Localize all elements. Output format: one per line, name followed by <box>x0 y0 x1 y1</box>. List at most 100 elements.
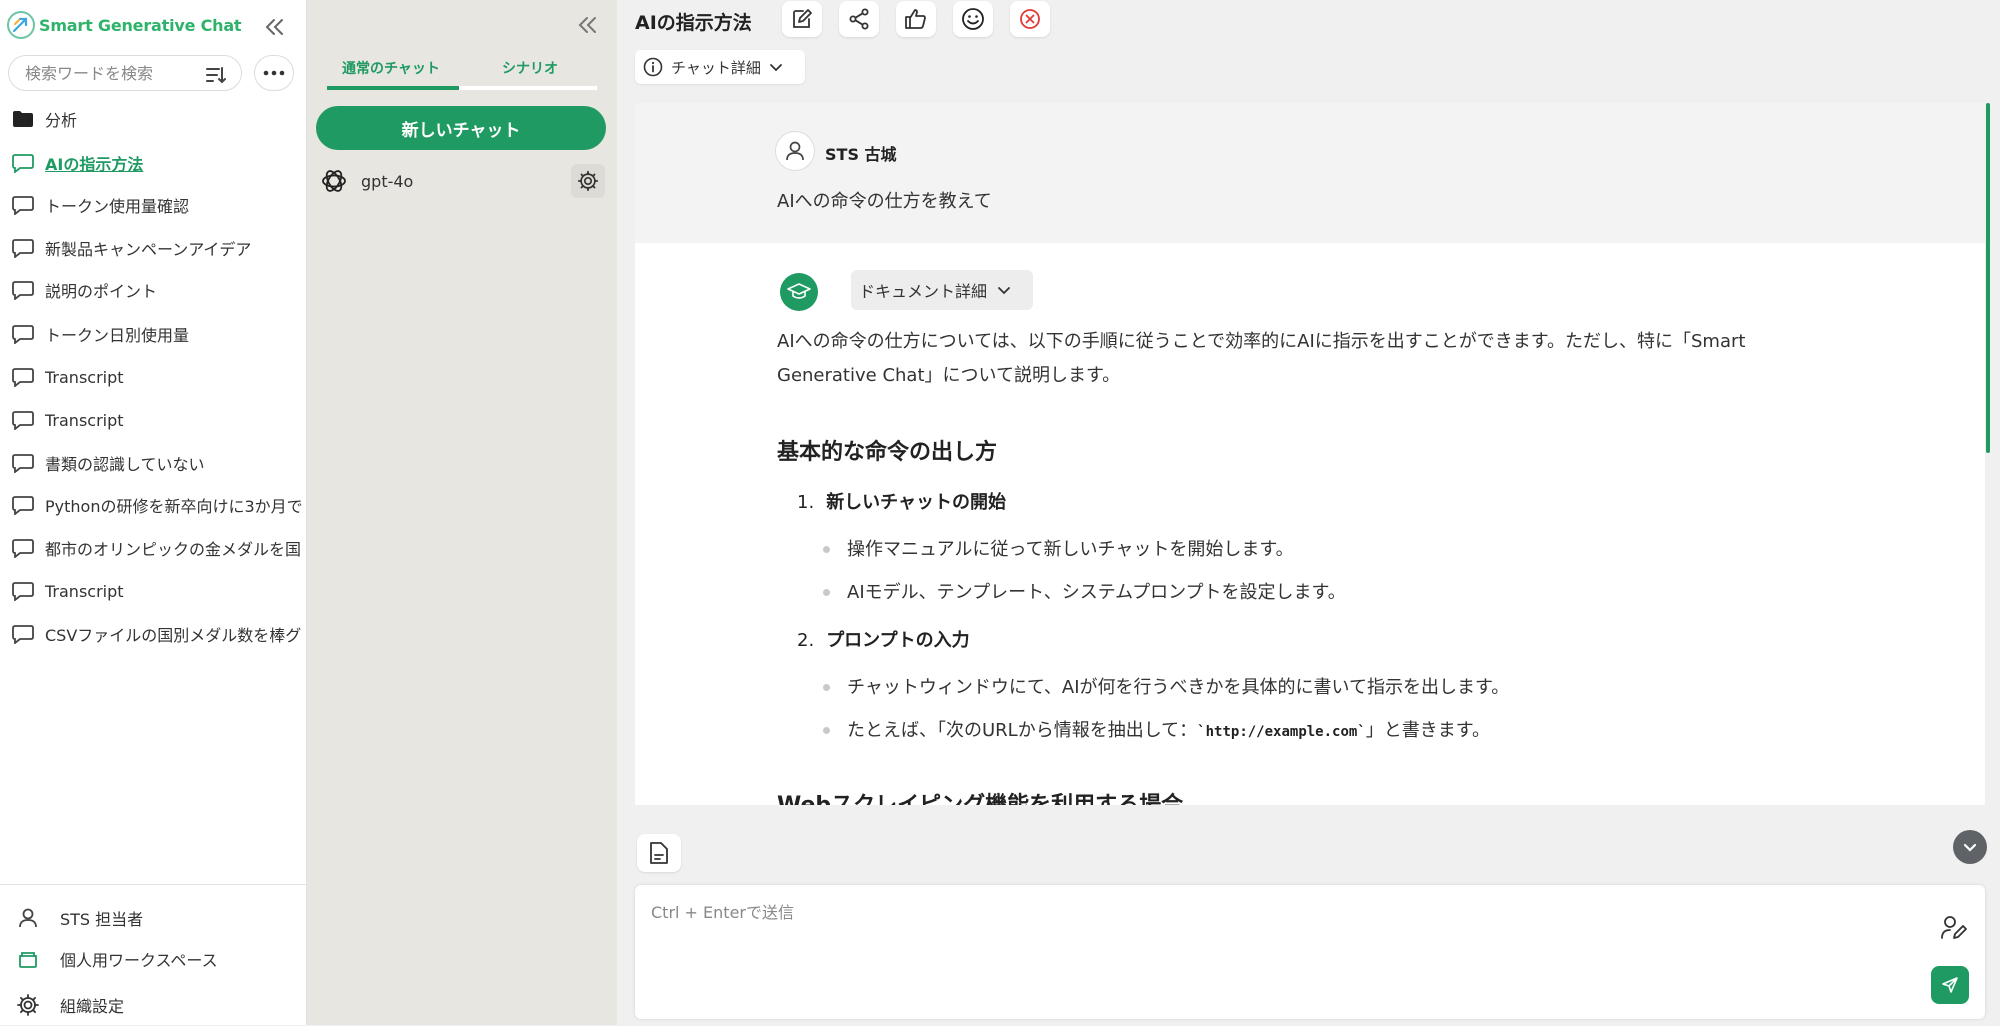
workspace-label: 個人用ワークスペース <box>60 951 218 970</box>
close-circle-icon <box>1020 9 1040 29</box>
org-settings-label: 組織設定 <box>60 997 125 1016</box>
user-name-label: STS 担当者 <box>60 910 144 929</box>
sidebar-item[interactable]: CSVファイルの国別メダル数を棒グ <box>0 614 305 654</box>
chat-bubble-icon <box>12 454 34 473</box>
sidebar-item-label: 書類の認識していない <box>45 455 205 474</box>
search-input[interactable] <box>23 62 197 84</box>
document-detail-label: ドキュメント詳細 <box>859 282 988 301</box>
answer-heading: 基本的な命令の出し方 <box>777 440 998 465</box>
more-options-button[interactable] <box>254 55 294 91</box>
main-area: AIの指示方法 チャット詳細 STS 古城 AIへの命令の仕方を教えて ドキュメ… <box>617 0 2000 1025</box>
list-item: AIモデル、テンプレート、システムプロンプトを設定します。 <box>823 578 1346 604</box>
document-detail-button[interactable]: ドキュメント詳細 <box>851 270 1033 310</box>
chat-bubble-icon <box>12 496 34 515</box>
code-inline: `http://example.com` <box>1197 724 1366 740</box>
tab-indicator <box>327 86 597 90</box>
workspace-item[interactable]: 個人用ワークスペース <box>0 941 306 977</box>
chevron-down-icon <box>998 287 1010 295</box>
sidebar-item[interactable]: 書類の認識していない <box>0 443 305 483</box>
sidebar-item[interactable]: Transcript <box>0 571 305 611</box>
sidebar-item[interactable]: Pythonの研修を新卒向けに3か月で <box>0 485 305 525</box>
sidebar-item[interactable]: Transcript <box>0 357 305 397</box>
collapse-sidebar-icon[interactable] <box>262 14 288 40</box>
folder-icon <box>13 111 33 127</box>
chat-bubble-icon <box>12 625 34 644</box>
sidebar-item-label: Transcript <box>45 410 124 430</box>
model-settings-button[interactable] <box>571 164 605 198</box>
user-account-item[interactable]: STS 担当者 <box>0 900 306 936</box>
attach-file-button[interactable] <box>637 834 681 872</box>
sidebar-item[interactable]: トークン使用量確認 <box>0 185 305 225</box>
more-horizontal-icon <box>263 70 285 76</box>
list-item-text: たとえば、「次のURLから情報を抽出して： <box>847 720 1198 741</box>
assistant-avatar <box>780 273 818 311</box>
sidebar-item-label: トークン使用量確認 <box>45 197 190 216</box>
sidebar-item-ai-instructions[interactable]: AIの指示方法 <box>0 143 305 183</box>
chat-bubble-icon <box>12 325 34 344</box>
org-settings-item[interactable]: 組織設定 <box>0 987 306 1023</box>
search-box <box>8 55 242 91</box>
list-number: 2. <box>797 630 815 651</box>
sidebar-item[interactable]: 新製品キャンペーンアイデア <box>0 228 305 268</box>
list-item: 1. 新しいチャットの開始 <box>797 488 1006 514</box>
sidebar-item[interactable]: 説明のポイント <box>0 270 305 310</box>
model-name: gpt-4o <box>361 171 414 191</box>
share-button[interactable] <box>839 1 879 37</box>
conversation-view: STS 古城 AIへの命令の仕方を教えて ドキュメント詳細 AIへの命令の仕方に… <box>635 103 1985 805</box>
sidebar-item-label: 分析 <box>45 111 78 130</box>
chat-bubble-icon <box>12 582 34 601</box>
message-input[interactable] <box>649 897 1883 1001</box>
list-item: 2. プロンプトの入力 <box>797 626 970 652</box>
list-item-text: 」と書きます。 <box>1365 720 1490 741</box>
assistant-answer-intro: AIへの命令の仕方については、以下の手順に従うことで効率的にAIに指示を出すこと… <box>777 331 1746 386</box>
user-icon <box>19 908 37 928</box>
brand-logo[interactable]: Smart Generative Chat <box>6 10 242 40</box>
model-selector[interactable]: gpt-4o <box>319 164 609 198</box>
sidebar: Smart Generative Chat 分析 AIの指示方法 トークン使用量… <box>0 0 307 1025</box>
sidebar-item[interactable]: 都市のオリンピックの金メダルを国 <box>0 528 305 568</box>
sidebar-item[interactable]: Transcript <box>0 400 305 440</box>
scrollbar[interactable] <box>1986 103 1990 453</box>
chat-bubble-icon <box>12 281 34 300</box>
like-button[interactable] <box>896 1 936 37</box>
send-button[interactable] <box>1931 966 1969 1004</box>
chevron-down-icon <box>769 64 782 72</box>
new-chat-button[interactable]: 新しいチャット <box>316 106 606 150</box>
sidebar-item-label: Transcript <box>45 581 124 601</box>
smiley-icon <box>962 8 984 30</box>
chat-detail-button[interactable]: チャット詳細 <box>635 50 805 84</box>
document-icon <box>650 842 668 864</box>
sort-icon[interactable] <box>205 64 227 86</box>
list-item: たとえば、「次のURLから情報を抽出して：`http://example.com… <box>823 716 1490 742</box>
sidebar-item[interactable]: トークン日別使用量 <box>0 314 305 354</box>
prompt-assist-icon[interactable] <box>1939 913 1969 943</box>
chat-bubble-icon <box>12 196 34 215</box>
thumbs-up-icon <box>905 9 926 29</box>
chat-detail-label: チャット詳細 <box>671 58 761 77</box>
info-icon <box>643 57 663 77</box>
reaction-button[interactable] <box>953 1 993 37</box>
list-item: チャットウィンドウにて、AIが何を行うべきかを具体的に書いて指示を出します。 <box>822 673 1509 699</box>
sidebar-item-label: CSVファイルの国別メダル数を棒グ <box>45 626 302 645</box>
delete-chat-button[interactable] <box>1010 1 1050 37</box>
chat-bubble-icon <box>12 154 34 173</box>
avatar <box>775 131 815 171</box>
pencil-icon <box>793 9 812 28</box>
edit-title-button[interactable] <box>782 1 822 37</box>
tab-scenario[interactable]: シナリオ <box>502 58 558 78</box>
sidebar-item-label: AIの指示方法 <box>45 155 144 174</box>
message-author: STS 古城 <box>825 145 897 164</box>
message-composer <box>635 885 1985 1019</box>
tab-normal-chat[interactable]: 通常のチャット <box>342 58 440 78</box>
sidebar-item-label: 新製品キャンペーンアイデア <box>45 240 252 259</box>
sidebar-folder-analysis[interactable]: 分析 <box>0 99 305 139</box>
workspace-icon <box>19 952 37 968</box>
collapse-panel-icon[interactable] <box>575 12 601 38</box>
gear-icon <box>17 994 39 1016</box>
chat-bubble-icon <box>12 411 34 430</box>
message-text: AIへの命令の仕方を教えて <box>777 191 992 212</box>
answer-heading: Webスクレイピング機能を利用する場合 <box>777 787 1183 805</box>
scroll-to-bottom-button[interactable] <box>1953 830 1987 864</box>
user-icon <box>786 141 804 161</box>
chat-bubble-icon <box>12 539 34 558</box>
